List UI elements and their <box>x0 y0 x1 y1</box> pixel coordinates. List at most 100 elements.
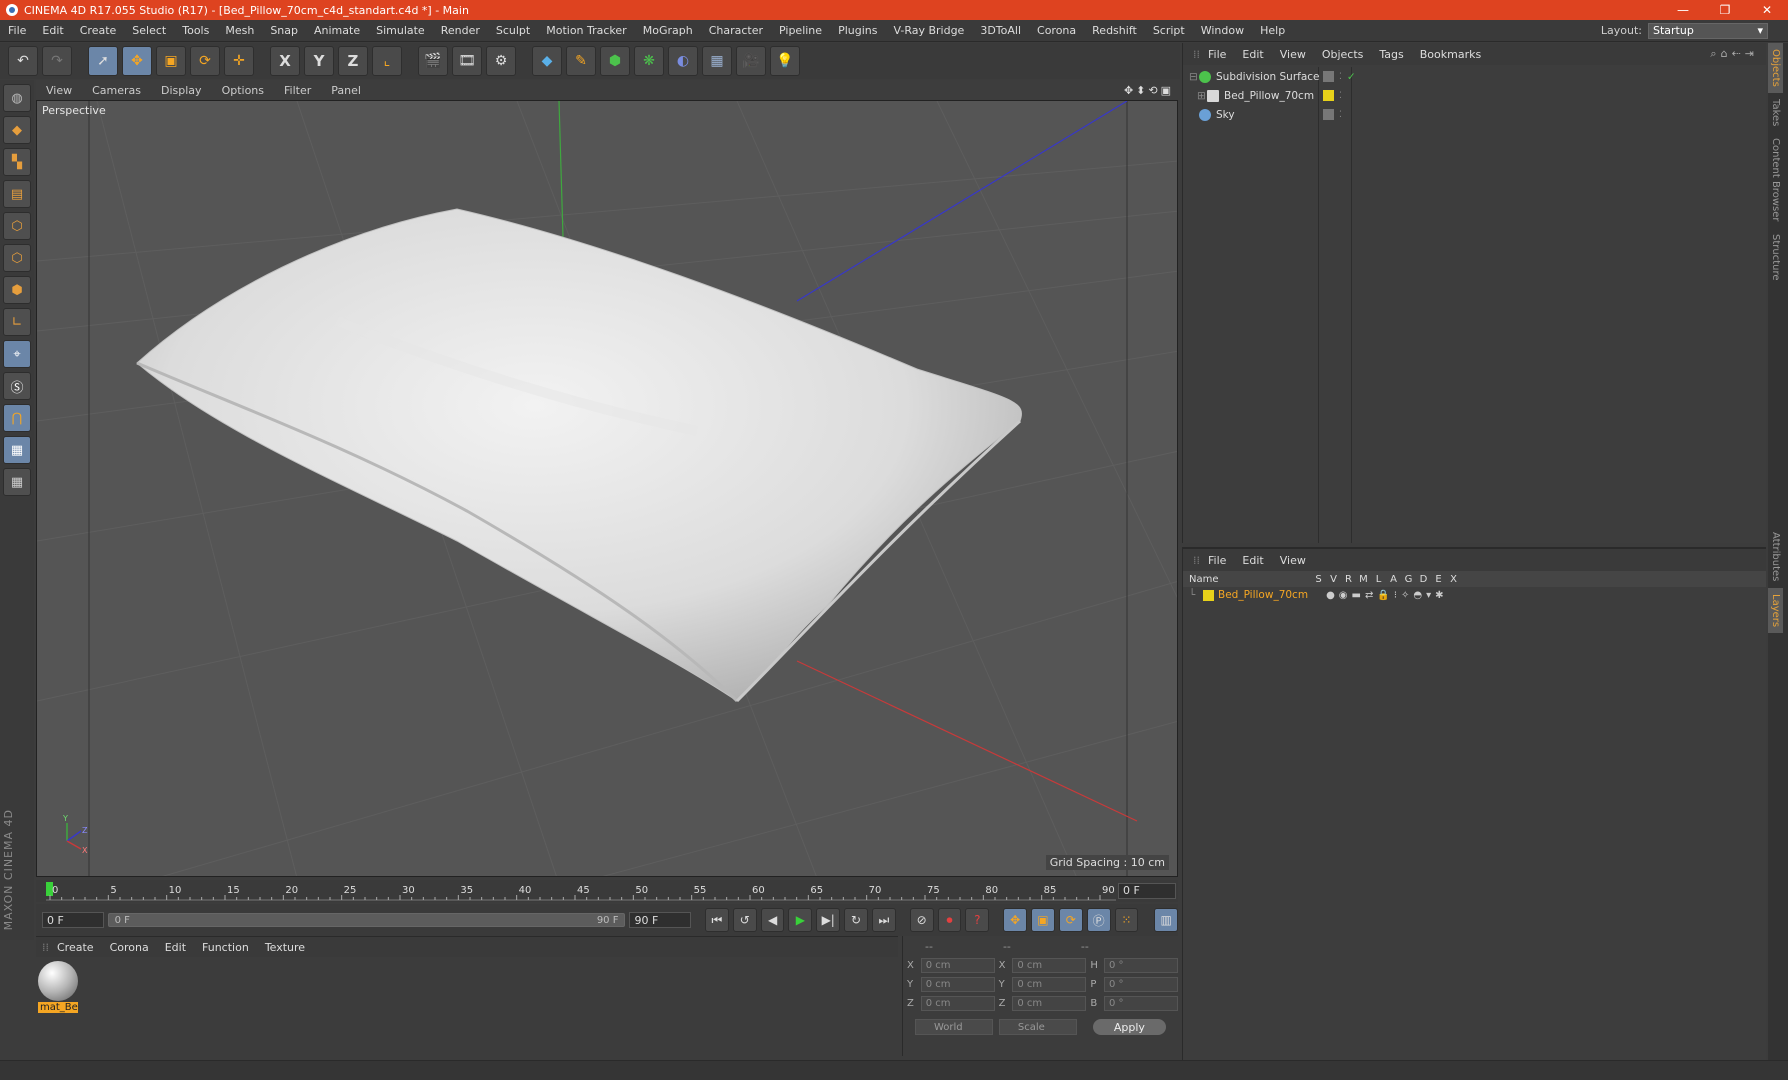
menu-redshift[interactable]: Redshift <box>1084 24 1145 37</box>
menu-help[interactable]: Help <box>1252 24 1293 37</box>
objmgr-menu-objects[interactable]: Objects <box>1314 48 1372 61</box>
viewport-menu-options[interactable]: Options <box>212 84 274 97</box>
menu-edit[interactable]: Edit <box>34 24 71 37</box>
y-axis-lock-button[interactable]: Y <box>304 46 334 76</box>
tab-objects[interactable]: Objects <box>1768 43 1783 93</box>
add-array-button[interactable]: ❋ <box>634 46 664 76</box>
size-y-field[interactable]: 0 cm <box>1012 977 1087 992</box>
menu-animate[interactable]: Animate <box>306 24 368 37</box>
coordinate-space-dropdown[interactable]: World <box>915 1019 993 1035</box>
material-menu-corona[interactable]: Corona <box>102 941 157 954</box>
column-locked[interactable]: L <box>1371 574 1386 585</box>
column-manager[interactable]: M <box>1356 574 1371 585</box>
layout-dropdown[interactable]: Startup ▾ <box>1648 22 1768 39</box>
redo-button[interactable]: ↷ <box>42 46 72 76</box>
record-active-objects-button[interactable]: ⏺ <box>937 908 962 932</box>
position-x-field[interactable]: 0 cm <box>920 958 995 973</box>
menu-motion-tracker[interactable]: Motion Tracker <box>538 24 634 37</box>
expand-icon[interactable]: ⊟ <box>1189 71 1199 83</box>
viewport-menu-cameras[interactable]: Cameras <box>82 84 151 97</box>
column-animation[interactable]: A <box>1386 574 1401 585</box>
render-view-button[interactable]: 🎬 <box>418 46 448 76</box>
model-mode-button[interactable]: ◆ <box>3 116 31 144</box>
make-editable-button[interactable]: ◍ <box>3 84 31 112</box>
menu-render[interactable]: Render <box>433 24 488 37</box>
column-render[interactable]: R <box>1341 574 1356 585</box>
add-light-button[interactable]: 💡 <box>770 46 800 76</box>
lock-workplane-button[interactable]: ▦ <box>3 436 31 464</box>
add-camera-button[interactable]: 🎥 <box>736 46 766 76</box>
workplane-mode-button[interactable]: ▤ <box>3 180 31 208</box>
apply-button[interactable]: Apply <box>1092 1019 1166 1035</box>
magnet-tool-button[interactable]: ⋂ <box>3 404 31 432</box>
column-expressions[interactable]: E <box>1431 574 1446 585</box>
menu-plugins[interactable]: Plugins <box>830 24 885 37</box>
menu-select[interactable]: Select <box>124 24 174 37</box>
camera-label[interactable]: Perspective <box>42 104 106 117</box>
tab-takes[interactable]: Takes <box>1768 93 1783 132</box>
restore-button[interactable]: ❐ <box>1704 3 1746 17</box>
polygons-mode-button[interactable]: ⬢ <box>3 276 31 304</box>
size-x-field[interactable]: 0 cm <box>1012 958 1087 973</box>
layermgr-menu-edit[interactable]: Edit <box>1234 554 1271 567</box>
objmgr-menu-bookmarks[interactable]: Bookmarks <box>1412 48 1489 61</box>
layermgr-menu-view[interactable]: View <box>1272 554 1314 567</box>
visibility-dots-icon[interactable]: ⁚ <box>1339 72 1342 82</box>
key-parameter-button[interactable]: Ⓟ <box>1086 908 1111 932</box>
menu-sculpt[interactable]: Sculpt <box>488 24 538 37</box>
menu-vray-bridge[interactable]: V-Ray Bridge <box>885 24 972 37</box>
object-row-subdivision-surface[interactable]: ⊟ Subdivision Surface ⁚ ✓ <box>1183 67 1767 86</box>
objmgr-menu-edit[interactable]: Edit <box>1234 48 1271 61</box>
objmgr-search-home-icons[interactable]: ⌕⌂⇠⇥ <box>1710 47 1758 61</box>
record-keys-disabled-button[interactable]: ⊘ <box>909 908 934 932</box>
visibility-dots-icon[interactable]: ⁚ <box>1339 91 1342 101</box>
size-z-field[interactable]: 0 cm <box>1012 996 1087 1011</box>
key-pla-button[interactable]: ⁙ <box>1114 908 1139 932</box>
position-z-field[interactable]: 0 cm <box>920 996 995 1011</box>
edges-mode-button[interactable]: ⬡ <box>3 244 31 272</box>
autokeying-button[interactable]: ? <box>965 908 990 932</box>
layer-color-swatch[interactable] <box>1203 589 1214 601</box>
viewport-menu-panel[interactable]: Panel <box>321 84 371 97</box>
add-cube-button[interactable]: ◆ <box>532 46 562 76</box>
move-tool-button[interactable]: ✥ <box>122 46 152 76</box>
current-frame-field[interactable]: 0 F <box>1118 883 1176 899</box>
transform-tool-button[interactable]: ✛ <box>224 46 254 76</box>
timeline-ruler[interactable]: 0 5 10 15 20 25 30 35 40 45 50 55 60 65 70 75 80 85 90 0 F <box>36 880 1178 902</box>
layer-row[interactable]: └ Bed_Pillow_70cm ● ◉ ▬ ⇄ 🔒 ⁝ ✧ ◓ ▾ ✱ <box>1183 587 1766 603</box>
material-menu-create[interactable]: Create <box>49 941 102 954</box>
rotation-b-field[interactable]: 0 ° <box>1104 996 1178 1011</box>
layer-toggles[interactable]: ● ◉ ▬ ⇄ 🔒 ⁝ ✧ ◓ ▾ ✱ <box>1326 590 1444 601</box>
menu-window[interactable]: Window <box>1193 24 1252 37</box>
add-deformer-button[interactable]: ◐ <box>668 46 698 76</box>
column-name[interactable]: Name <box>1183 574 1311 585</box>
tweak-mode-button[interactable]: ⌖ <box>3 340 31 368</box>
close-button[interactable]: ✕ <box>1746 3 1788 17</box>
viewport-menu-filter[interactable]: Filter <box>274 84 321 97</box>
column-deformers[interactable]: D <box>1416 574 1431 585</box>
start-frame-field[interactable]: 0 F <box>42 912 104 928</box>
key-rotation-button[interactable]: ⟳ <box>1058 908 1083 932</box>
tab-content-browser[interactable]: Content Browser <box>1768 132 1783 227</box>
tab-layers[interactable]: Layers <box>1768 587 1783 633</box>
planar-workplane-button[interactable]: ▦ <box>3 468 31 496</box>
axis-mode-button[interactable]: ∟ <box>3 308 31 336</box>
objmgr-menu-view[interactable]: View <box>1272 48 1314 61</box>
key-position-button[interactable]: ✥ <box>1003 908 1028 932</box>
coordinate-system-button[interactable]: ⌞ <box>372 46 402 76</box>
add-spline-button[interactable]: ✎ <box>566 46 596 76</box>
menu-pipeline[interactable]: Pipeline <box>771 24 830 37</box>
scale-tool-button[interactable]: ▣ <box>156 46 186 76</box>
object-row-bed-pillow[interactable]: ⊞ Bed_Pillow_70cm ⁚ <box>1183 86 1767 105</box>
menu-mograph[interactable]: MoGraph <box>635 24 701 37</box>
column-generators[interactable]: G <box>1401 574 1416 585</box>
tab-attributes[interactable]: Attributes <box>1768 526 1783 587</box>
menu-create[interactable]: Create <box>72 24 125 37</box>
material-menu-texture[interactable]: Texture <box>257 941 313 954</box>
menu-corona[interactable]: Corona <box>1029 24 1084 37</box>
snapping-button[interactable]: Ⓢ <box>3 372 31 400</box>
object-row-sky[interactable]: Sky ⁚ <box>1183 105 1767 124</box>
add-generator-button[interactable]: ⬢ <box>600 46 630 76</box>
next-key-button[interactable]: ↻ <box>844 908 868 932</box>
column-view[interactable]: V <box>1326 574 1341 585</box>
